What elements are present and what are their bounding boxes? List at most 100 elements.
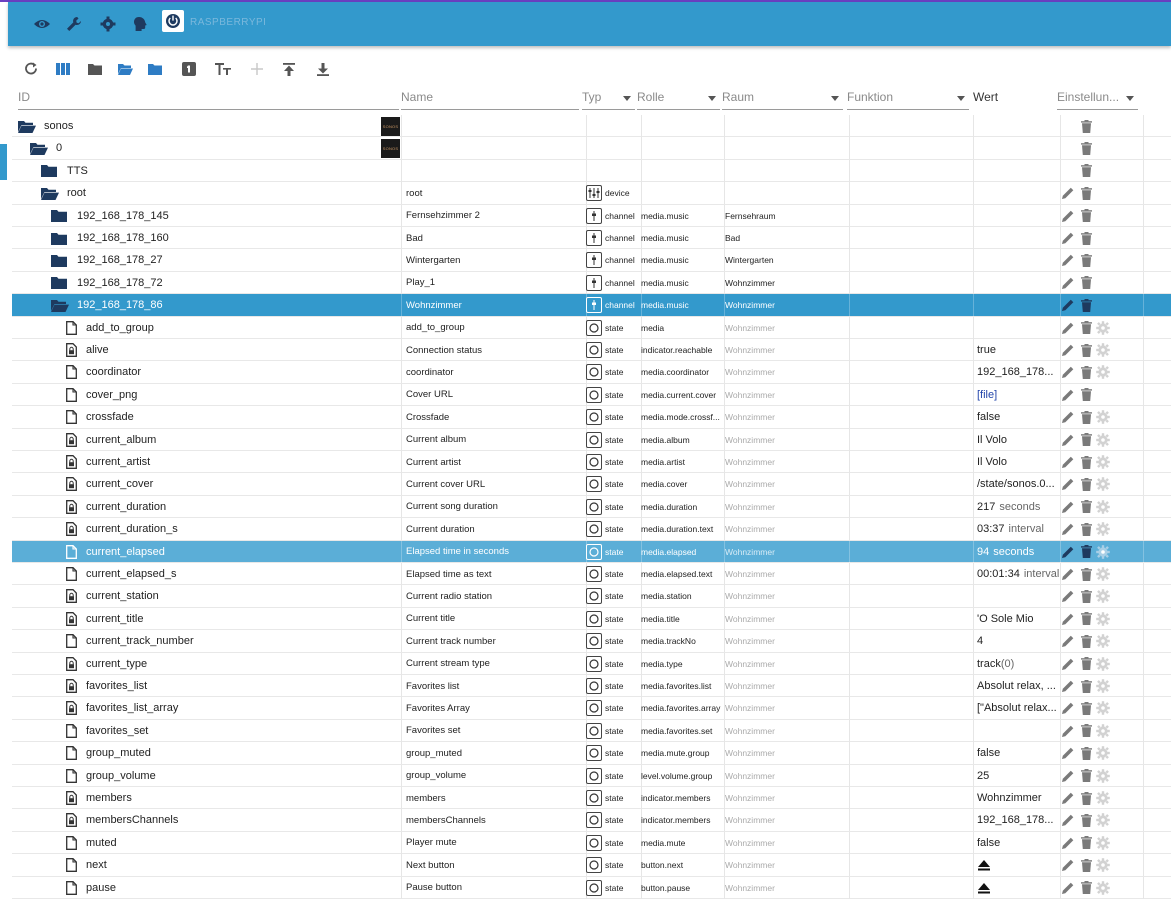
object-value[interactable]: 192_168_178... [977, 361, 1059, 383]
trash-icon[interactable] [1078, 633, 1094, 649]
power-icon[interactable] [162, 10, 184, 32]
edit-icon[interactable] [1060, 544, 1076, 560]
tree-node[interactable]: muted [66, 832, 382, 854]
chevron-down-icon[interactable] [957, 96, 965, 101]
chevron-down-icon[interactable] [831, 96, 839, 101]
trash-icon[interactable] [1078, 275, 1094, 291]
table-row[interactable]: current_title Current title state media.tit… [12, 607, 1171, 631]
chevron-down-icon[interactable] [623, 96, 631, 101]
object-value[interactable]: 192_168_178... [977, 809, 1059, 831]
object-name[interactable]: Current track number [406, 630, 584, 652]
edit-icon[interactable] [1060, 521, 1076, 537]
tree-node[interactable]: TTS [41, 160, 382, 182]
edit-icon[interactable] [1060, 678, 1076, 694]
object-name[interactable]: coordinator [406, 361, 584, 383]
tree-node[interactable]: current_album [66, 429, 382, 451]
download-icon[interactable] [314, 60, 332, 78]
table-row[interactable]: membersChannels membersChannels state indic… [12, 809, 1171, 832]
trash-icon[interactable] [1078, 387, 1094, 403]
object-name[interactable]: membersChannels [406, 809, 584, 831]
object-value[interactable]: false [977, 832, 1059, 854]
table-row[interactable]: 192_168_178_72 Play_1 channel media.music Wo… [12, 271, 1171, 295]
table-row[interactable]: crossfade Crossfade state media.mode.crossf… [12, 406, 1171, 429]
table-row[interactable]: members members state indicator.members Wohn… [12, 787, 1171, 810]
gear-icon[interactable] [1095, 566, 1111, 582]
chevron-down-icon[interactable] [1126, 96, 1134, 101]
tree-node[interactable]: 192_168_178_160 [51, 227, 382, 249]
trash-icon[interactable] [1078, 364, 1094, 380]
tree-node[interactable]: current_track_number [66, 630, 382, 652]
object-value[interactable]: /state/sonos.0... [977, 473, 1059, 495]
table-row[interactable]: muted Player mute state media.mute Wohnzimme… [12, 831, 1171, 855]
table-row[interactable]: group_muted group_muted state media.mute.gr… [12, 742, 1171, 765]
table-row[interactable]: current_station Current radio station stat… [12, 585, 1171, 608]
object-name[interactable]: root [406, 182, 584, 204]
gear-icon[interactable] [1095, 812, 1111, 828]
tree-node[interactable]: current_elapsed [66, 541, 382, 563]
trash-icon[interactable] [1078, 208, 1094, 224]
table-row[interactable]: current_elapsed Elapsed time in seconds st… [12, 540, 1171, 563]
columns-icon[interactable] [54, 60, 72, 78]
gear-icon[interactable] [1095, 476, 1111, 492]
object-value[interactable] [977, 317, 1059, 339]
object-name[interactable]: Player mute [406, 832, 584, 854]
edit-icon[interactable] [1060, 700, 1076, 716]
trash-icon[interactable] [1078, 857, 1094, 873]
number-1-icon[interactable] [180, 60, 198, 78]
table-row[interactable]: 192_168_178_160 Bad channel media.music Bad [12, 227, 1171, 250]
edit-icon[interactable] [1060, 432, 1076, 448]
edit-icon[interactable] [1060, 409, 1076, 425]
trash-icon[interactable] [1078, 476, 1094, 492]
edit-icon[interactable] [1060, 656, 1076, 672]
object-value[interactable]: track (0) [977, 653, 1059, 675]
object-name[interactable]: Current song duration [406, 496, 584, 518]
trash-icon[interactable] [1078, 745, 1094, 761]
table-row[interactable]: favorites_list_array Favorites Array state… [12, 697, 1171, 720]
edit-icon[interactable] [1060, 566, 1076, 582]
gear-icon[interactable] [1095, 544, 1111, 560]
tree-node[interactable]: current_cover [66, 473, 382, 495]
object-value[interactable]: Wohnzimmer [977, 787, 1059, 809]
tree-node[interactable]: add_to_group [66, 317, 382, 339]
chevron-down-icon[interactable] [708, 96, 716, 101]
trash-icon[interactable] [1078, 297, 1094, 313]
object-name[interactable]: Wintergarten [406, 249, 584, 271]
trash-icon[interactable] [1078, 723, 1094, 739]
object-value[interactable] [977, 249, 1059, 271]
table-row[interactable]: cover_png Cover URL state media.current.cov… [12, 383, 1171, 407]
gear-icon[interactable] [1095, 678, 1111, 694]
gear-icon[interactable] [1095, 768, 1111, 784]
trash-icon[interactable] [1078, 700, 1094, 716]
folder-icon[interactable] [51, 232, 73, 245]
folder-icon[interactable] [51, 209, 73, 223]
object-value[interactable]: false [977, 406, 1059, 428]
table-row[interactable]: current_duration Current song duration sta… [12, 495, 1171, 519]
plus-icon[interactable] [248, 60, 266, 78]
object-name[interactable]: Elapsed time in seconds [406, 541, 584, 563]
object-name[interactable]: Elapsed time as text [406, 563, 584, 585]
text-size-icon[interactable] [214, 60, 232, 78]
object-value[interactable] [977, 137, 1059, 159]
object-name[interactable]: Fernsehzimmer 2 [406, 205, 584, 227]
edit-icon[interactable] [1060, 208, 1076, 224]
edit-icon[interactable] [1060, 499, 1076, 515]
tree-node[interactable]: current_artist [66, 451, 382, 473]
gear-icon[interactable] [1095, 499, 1111, 515]
object-name[interactable]: group_muted [406, 742, 584, 764]
gear-icon[interactable] [1095, 745, 1111, 761]
object-name[interactable]: Current album [406, 429, 584, 451]
table-row[interactable]: favorites_set Favorites set state media.fav… [12, 719, 1171, 743]
object-value[interactable]: Il Volo [977, 429, 1059, 451]
table-row[interactable]: add_to_group add_to_group state media Wohnzi… [12, 316, 1171, 339]
trash-icon[interactable] [1078, 252, 1094, 268]
folder-icon[interactable] [51, 276, 73, 290]
header-funktion[interactable]: Funktion [847, 88, 969, 110]
edit-icon[interactable] [1060, 790, 1076, 806]
gear-icon[interactable] [1095, 320, 1111, 336]
tree-node[interactable]: coordinator [66, 361, 382, 383]
header-id[interactable]: ID [18, 88, 399, 110]
eye-icon[interactable] [32, 14, 52, 34]
trash-icon[interactable] [1078, 835, 1094, 851]
object-value[interactable] [977, 294, 1059, 316]
tree-node[interactable]: 192_168_178_86 [51, 294, 382, 316]
